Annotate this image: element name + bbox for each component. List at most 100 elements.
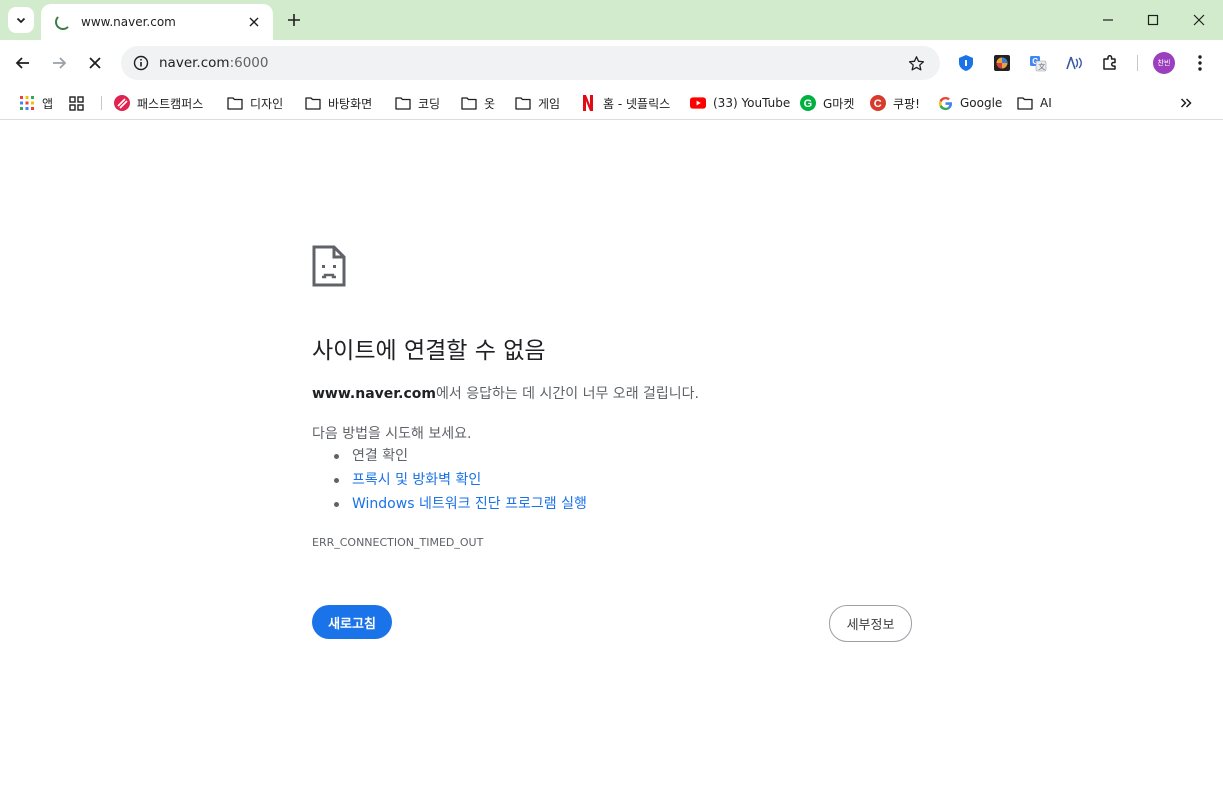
bookmark-folder-desktop[interactable]: 바탕화면 [305, 91, 372, 115]
bookmark-coupang[interactable]: C 쿠팡! [870, 91, 920, 115]
bookmark-apps[interactable]: 앱 [19, 91, 53, 115]
bookmark-fastcampus[interactable]: 패스트캠퍼스 [114, 91, 203, 115]
check-proxy-link[interactable]: 프록시 및 방화벽 확인 [352, 472, 481, 488]
error-title: 사이트에 연결할 수 없음 [312, 338, 546, 364]
folder-icon [395, 95, 411, 111]
suggestion-run-diagnostics[interactable]: Windows 네트워크 진단 프로그램 실행 [334, 492, 587, 516]
tab-groups-icon [68, 95, 84, 111]
avatar-label: 찬빈 [1157, 59, 1171, 67]
forward-arrow-icon [53, 57, 67, 69]
details-button[interactable]: 세부정보 [829, 605, 912, 642]
extension-shield-button[interactable] [956, 53, 976, 73]
close-icon [249, 17, 259, 27]
reload-button[interactable]: 새로고침 [312, 605, 392, 639]
browser-toolbar: naver.com:6000 G文 찬빈 [0, 40, 1223, 86]
bookmark-google[interactable]: Google [937, 91, 1002, 115]
bookmarks-bar: 앱 패스트캠퍼스 디자인 바탕화면 코딩 옷 게임 홈 - 넷플릭스 (33) … [0, 86, 1223, 120]
folder-icon [515, 95, 531, 111]
page-content: 사이트에 연결할 수 없음 www.naver.com에서 응답하는 데 시간이… [0, 121, 1223, 804]
bookmark-label: (33) YouTube [713, 96, 791, 110]
network-diagnostics-link[interactable]: Windows 네트워크 진단 프로그램 실행 [352, 496, 587, 512]
bookmark-gmarket[interactable]: G G마켓 [800, 91, 854, 115]
stop-icon [89, 57, 101, 69]
stop-loading-button[interactable] [81, 49, 109, 77]
svg-text:G: G [804, 98, 813, 110]
maximize-icon [1147, 14, 1159, 26]
extension-translate-button[interactable]: G文 [1028, 53, 1048, 73]
fastcampus-icon [114, 95, 130, 111]
profile-avatar[interactable]: 찬빈 [1153, 52, 1175, 74]
minimize-button[interactable] [1085, 0, 1131, 40]
close-icon [1193, 14, 1205, 26]
svg-text:C: C [874, 98, 882, 110]
bookmark-folder-design[interactable]: 디자인 [227, 91, 283, 115]
forward-button[interactable] [45, 49, 73, 77]
bookmark-star-button[interactable] [906, 53, 926, 73]
bookmark-label: 옷 [484, 96, 496, 111]
toolbar-separator [1137, 55, 1138, 71]
svg-text:文: 文 [1038, 62, 1045, 71]
folder-icon [1017, 95, 1033, 111]
puzzle-icon [1103, 54, 1116, 70]
extension-ai-button[interactable] [1064, 53, 1084, 73]
apps-grid-icon [19, 95, 35, 111]
bookmark-youtube[interactable]: (33) YouTube [690, 91, 790, 115]
folder-icon [461, 95, 477, 111]
address-bar[interactable]: naver.com:6000 [121, 46, 940, 80]
gmarket-icon: G [800, 95, 816, 111]
error-description-text: 에서 응답하는 데 시간이 너무 오래 걸립니다. [436, 386, 699, 402]
bookmark-folder-ai[interactable]: AI [1017, 91, 1052, 115]
bookmark-label: 앱 [42, 96, 54, 111]
netflix-icon [580, 95, 596, 111]
extension-colorful-icon [994, 55, 1010, 71]
site-info-button[interactable] [131, 53, 151, 73]
maximize-button[interactable] [1130, 0, 1176, 40]
title-bar: www.naver.com [0, 0, 1223, 40]
bookmark-label: Google [960, 96, 1003, 110]
bookmark-label: 패스트캠퍼스 [137, 96, 204, 111]
window-close-button[interactable] [1176, 0, 1222, 40]
bookmark-folder-games[interactable]: 게임 [515, 91, 560, 115]
bookmark-label: 코딩 [418, 96, 441, 111]
folder-icon [305, 95, 321, 111]
suggestions-heading: 다음 방법을 시도해 보세요. [312, 426, 472, 442]
chevron-double-right-icon [1178, 95, 1194, 111]
bookmark-folder-coding[interactable]: 코딩 [395, 91, 440, 115]
plus-icon [288, 14, 300, 26]
back-arrow-icon [15, 57, 29, 69]
bookmarks-overflow-button[interactable] [1178, 91, 1201, 115]
bookmark-label: 바탕화면 [328, 96, 373, 111]
extensions-menu-button[interactable] [1100, 53, 1120, 73]
tab-title: www.naver.com [81, 15, 176, 29]
minimize-icon [1103, 19, 1113, 21]
coupang-icon: C [870, 95, 886, 111]
bookmark-tab-groups[interactable] [68, 91, 91, 115]
bookmark-label: 디자인 [250, 96, 284, 111]
tab-close-button[interactable] [245, 13, 263, 31]
suggestions-list: 연결 확인 프록시 및 방화벽 확인 Windows 네트워크 진단 프로그램 … [334, 444, 587, 516]
shield-icon [959, 55, 973, 71]
suggestion-check-connection: 연결 확인 [334, 444, 587, 468]
suggestion-check-proxy[interactable]: 프록시 및 방화벽 확인 [334, 468, 587, 492]
tab-search-button[interactable] [8, 7, 34, 33]
kebab-menu-icon [1198, 55, 1202, 71]
bookmark-label: 게임 [538, 96, 561, 111]
back-button[interactable] [9, 49, 37, 77]
chevron-down-icon [15, 11, 27, 30]
bookmark-netflix[interactable]: 홈 - 넷플릭스 [580, 91, 670, 115]
extension-colorful-button[interactable] [992, 53, 1012, 73]
error-description: www.naver.com에서 응답하는 데 시간이 너무 오래 걸립니다. [312, 383, 699, 403]
url-port: :6000 [229, 55, 269, 71]
url-host: naver.com [159, 55, 230, 71]
new-tab-button[interactable] [282, 8, 306, 32]
bookmark-folder-clothes[interactable]: 옷 [461, 91, 495, 115]
error-host: www.naver.com [312, 386, 436, 402]
browser-menu-button[interactable] [1190, 52, 1210, 74]
star-icon [908, 55, 924, 71]
google-icon [937, 95, 953, 111]
bookmark-label: G마켓 [823, 96, 855, 111]
bookmark-label: AI [1040, 96, 1052, 110]
loading-spinner-icon [55, 14, 71, 30]
bookmarks-separator [101, 96, 102, 110]
active-tab[interactable]: www.naver.com [41, 4, 273, 40]
